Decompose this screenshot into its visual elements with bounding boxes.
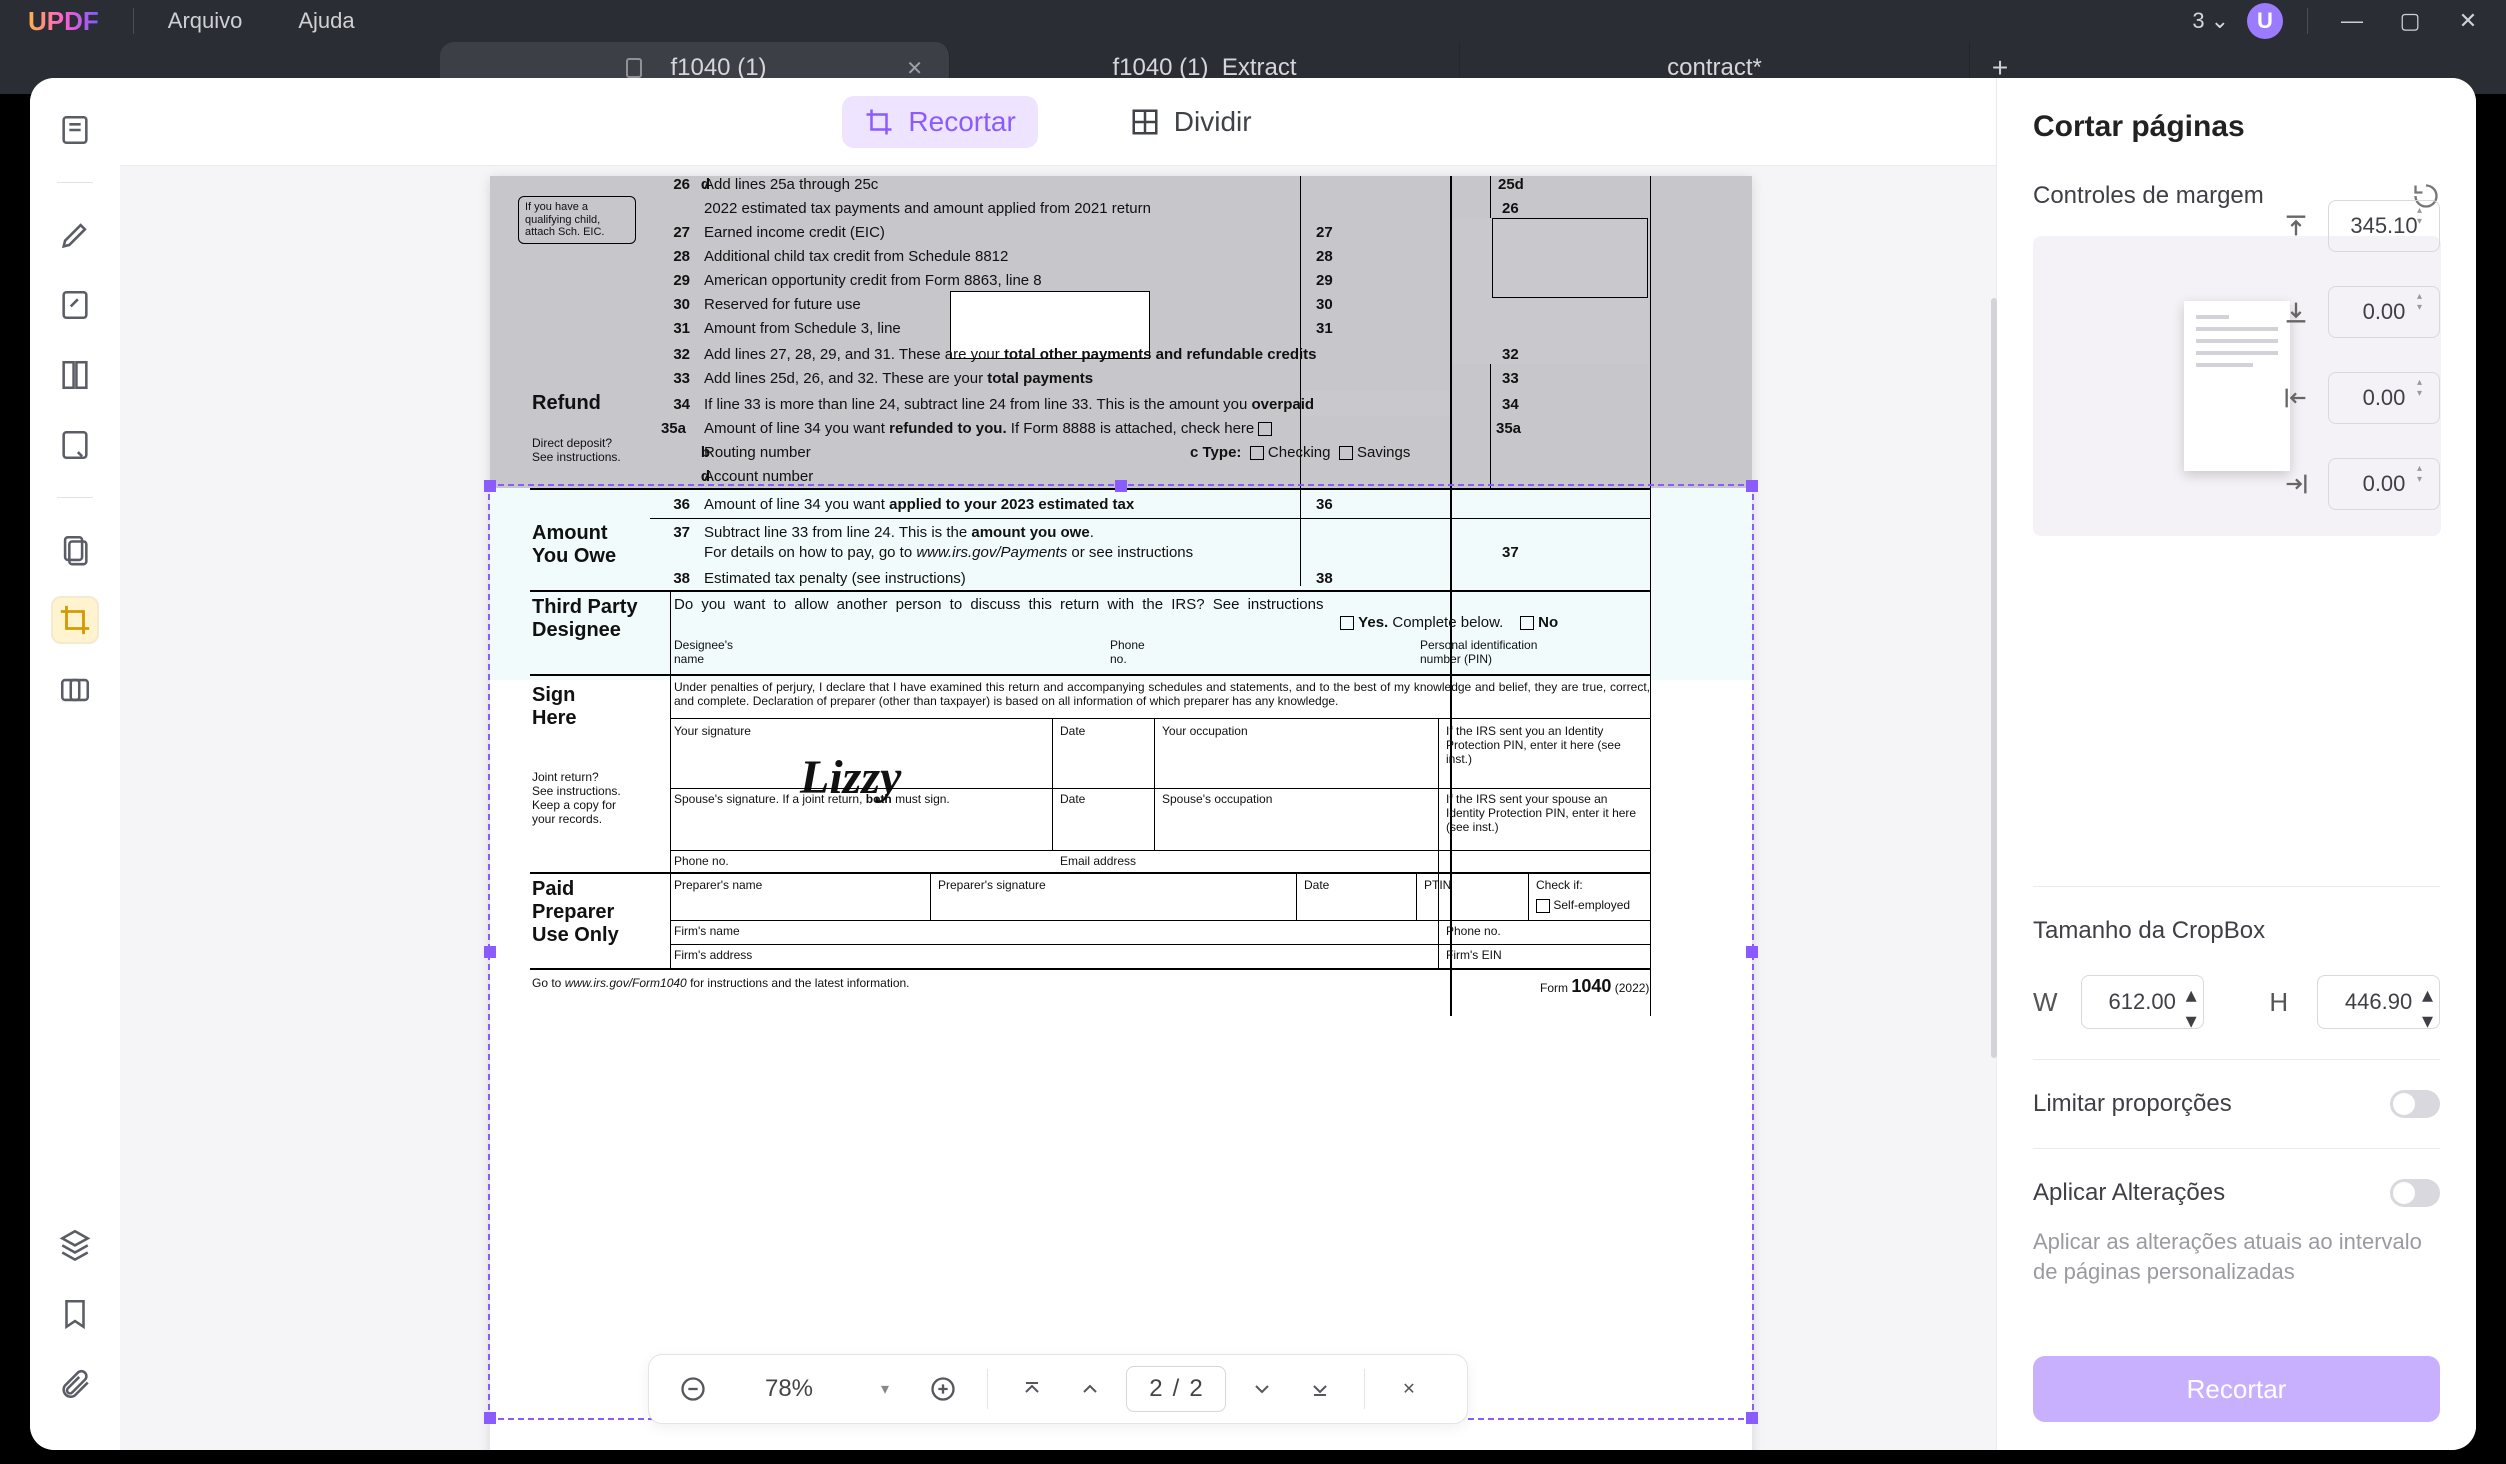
rail-edit-icon[interactable] — [51, 281, 99, 329]
menu-file[interactable]: Arquivo — [140, 8, 271, 34]
crop-handle[interactable] — [1746, 480, 1758, 492]
margin-right-input[interactable]: 0.00▴▾ — [2328, 458, 2440, 510]
rail-attachment-icon[interactable] — [51, 1360, 99, 1408]
zoom-in-button[interactable] — [921, 1367, 965, 1411]
margin-right-icon — [2282, 470, 2310, 498]
margin-controls-label: Controles de margem — [2033, 182, 2264, 210]
crop-handle[interactable] — [484, 946, 496, 958]
crop-panel: Cortar páginas Controles de margem 345.1… — [1996, 78, 2476, 1450]
section-refund: Refund — [532, 392, 601, 415]
split-mode-button[interactable]: Dividir — [1108, 96, 1274, 148]
crop-handle[interactable] — [484, 1412, 496, 1424]
next-page-button[interactable] — [1240, 1367, 1284, 1411]
rail-layers-icon[interactable] — [51, 1220, 99, 1268]
page-navigator: 78% ▾ 2 / 2 ✕ — [648, 1354, 1468, 1424]
margin-bottom-input[interactable]: 0.00▴▾ — [2328, 286, 2440, 338]
rail-annotate-icon[interactable] — [51, 211, 99, 259]
page-canvas[interactable]: If you have a qualifying child, attach S… — [120, 166, 1996, 1450]
close-nav-button[interactable]: ✕ — [1387, 1367, 1431, 1411]
margin-top-input[interactable]: 345.10▴▾ — [2328, 200, 2440, 252]
menu-help[interactable]: Ajuda — [270, 8, 382, 34]
tab-close-icon[interactable]: ✕ — [906, 56, 923, 81]
rail-ocr-icon[interactable] — [51, 526, 99, 574]
prev-page-button[interactable] — [1068, 1367, 1112, 1411]
first-page-button[interactable] — [1010, 1367, 1054, 1411]
document-icon — [622, 56, 646, 80]
constrain-label: Limitar proporções — [2033, 1090, 2232, 1118]
window-minimize-icon[interactable]: — — [2332, 8, 2372, 34]
split-label: Dividir — [1174, 106, 1252, 138]
height-input[interactable]: 446.90▴▾ — [2317, 975, 2440, 1029]
crop-handle[interactable] — [1746, 1412, 1758, 1424]
zoom-dropdown-icon[interactable]: ▾ — [863, 1367, 907, 1411]
direct-deposit-note: Direct deposit? See instructions. — [532, 436, 621, 464]
width-input[interactable]: 612.00▴▾ — [2081, 975, 2204, 1029]
margin-bottom-icon — [2282, 298, 2310, 326]
margin-left-input[interactable]: 0.00▴▾ — [2328, 372, 2440, 424]
cropbox-size-label: Tamanho da CropBox — [2033, 917, 2440, 945]
crop-toolbar: Recortar Dividir — [120, 78, 1996, 166]
margin-top-icon — [2282, 212, 2310, 240]
apply-changes-help: Aplicar as alterações atuais ao interval… — [2033, 1227, 2440, 1286]
window-maximize-icon[interactable]: ▢ — [2390, 8, 2430, 34]
scrollbar[interactable] — [1991, 298, 1997, 1058]
center-area: Recortar Dividir If you ha — [120, 78, 1996, 1450]
rail-compare-icon[interactable] — [51, 666, 99, 714]
crop-rectangle[interactable] — [488, 484, 1754, 1420]
line-text: 2022 estimated tax payments and amount a… — [704, 200, 1151, 217]
rail-reader-icon[interactable] — [51, 106, 99, 154]
crop-handle[interactable] — [484, 480, 496, 492]
crop-icon — [864, 107, 894, 137]
apply-crop-button[interactable]: Recortar — [2033, 1356, 2440, 1422]
rail-bookmark-icon[interactable] — [51, 1290, 99, 1338]
separator — [2307, 8, 2308, 34]
rail-form-icon[interactable] — [51, 421, 99, 469]
note-qualifying-child: If you have a qualifying child, attach S… — [518, 196, 636, 244]
left-rail — [30, 78, 120, 1450]
crop-handle[interactable] — [1115, 480, 1127, 492]
split-icon — [1130, 107, 1160, 137]
preview-page-icon — [2184, 301, 2290, 471]
line-text: Add lines 25a through 25c — [704, 176, 878, 193]
constrain-toggle[interactable] — [2390, 1090, 2440, 1118]
width-label: W — [2033, 987, 2063, 1018]
panel-title: Cortar páginas — [2033, 110, 2440, 144]
apply-changes-label: Aplicar Alterações — [2033, 1179, 2225, 1207]
window-close-icon[interactable]: ✕ — [2448, 8, 2488, 34]
margin-left-icon — [2282, 384, 2310, 412]
crop-label: Recortar — [908, 106, 1015, 138]
chevron-down-icon: ⌄ — [2211, 8, 2229, 34]
last-page-button[interactable] — [1298, 1367, 1342, 1411]
separator — [133, 8, 134, 34]
page-input[interactable]: 2 / 2 — [1126, 1366, 1226, 1412]
crop-handle[interactable] — [1746, 946, 1758, 958]
apply-changes-toggle[interactable] — [2390, 1179, 2440, 1207]
height-label: H — [2269, 987, 2299, 1018]
zoom-display: 78% — [729, 1375, 849, 1403]
avatar[interactable]: U — [2247, 3, 2283, 39]
rail-crop-icon[interactable] — [51, 596, 99, 644]
app-shell: Recortar Dividir If you ha — [30, 78, 2476, 1450]
crop-mode-button[interactable]: Recortar — [842, 96, 1037, 148]
zoom-out-button[interactable] — [671, 1367, 715, 1411]
title-bar: UPDF Arquivo Ajuda 3⌄ U — ▢ ✕ — [0, 0, 2506, 42]
open-count[interactable]: 3⌄ — [2192, 8, 2229, 34]
rail-pages-icon[interactable] — [51, 351, 99, 399]
app-logo: UPDF — [28, 6, 99, 37]
